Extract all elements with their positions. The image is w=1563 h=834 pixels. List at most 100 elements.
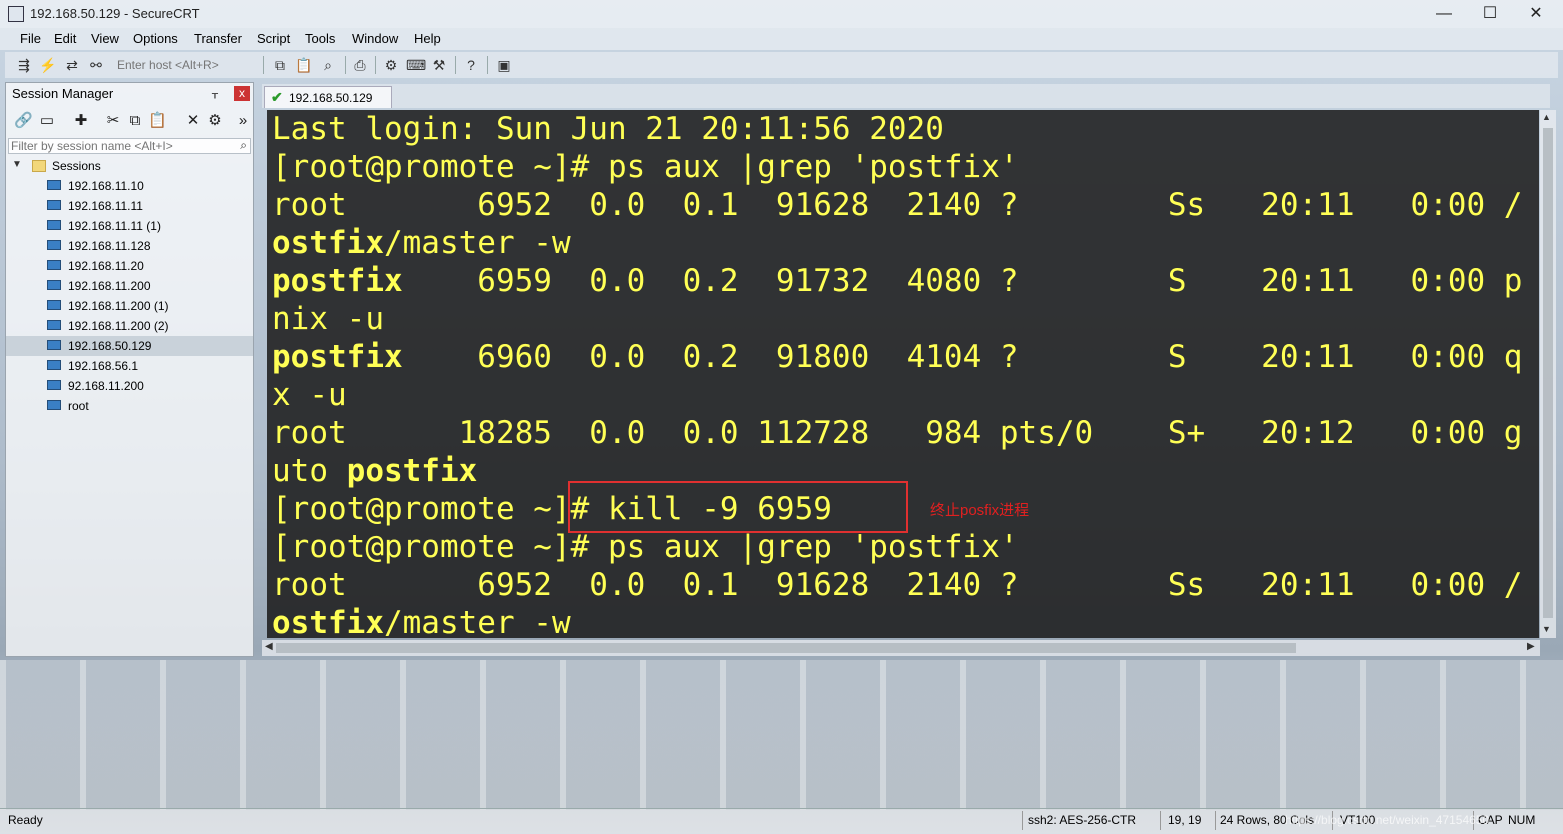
terminal-output[interactable]: Last login: Sun Jun 21 20:11:56 2020 [roo… — [267, 110, 1539, 638]
new-window-icon[interactable]: ▭ — [38, 112, 56, 130]
horizontal-scroll-thumb[interactable] — [276, 643, 1296, 653]
settings-gear-icon[interactable]: ⚙ — [382, 56, 400, 74]
status-bar: Ready ssh2: AES-256-CTR 19, 19 24 Rows, … — [0, 808, 1563, 834]
pin-icon[interactable]: ᚁ — [212, 86, 218, 100]
sessions-folder-label: Sessions — [52, 159, 101, 173]
vertical-scrollbar[interactable]: ▲ ▼ — [1540, 110, 1556, 638]
print-icon[interactable]: ⎙ — [351, 56, 369, 74]
session-filter-input[interactable] — [11, 139, 231, 153]
session-properties-gear-icon[interactable]: ⚙ — [206, 112, 224, 130]
session-label: 92.168.11.200 — [68, 379, 144, 393]
session-item[interactable]: 92.168.11.200 — [6, 376, 253, 396]
session-item[interactable]: 192.168.11.128 — [6, 236, 253, 256]
session-item[interactable]: 192.168.11.200 — [6, 276, 253, 296]
title-bar: 192.168.50.129 - SecureCRT — ☐ ✕ — [0, 0, 1563, 28]
toolbar-divider — [455, 56, 456, 74]
session-item[interactable]: 192.168.11.11 (1) — [6, 216, 253, 236]
terminal-highlight-text: postfix — [272, 263, 403, 299]
menu-view[interactable]: View — [91, 31, 119, 46]
toolbar-divider — [375, 56, 376, 74]
terminal-line: nix -u — [272, 300, 384, 338]
scroll-right-icon[interactable]: ▶ — [1527, 641, 1535, 652]
sessions-folder[interactable]: ▼ Sessions — [10, 158, 250, 176]
enter-host-input[interactable] — [117, 57, 257, 73]
watermark-text: https://blog.csdn.net/weixin_47154650 — [1285, 813, 1490, 827]
session-label: 192.168.11.11 — [68, 199, 143, 213]
more-chevron-icon[interactable]: » — [234, 112, 252, 130]
menu-help[interactable]: Help — [414, 31, 441, 46]
terminal-text: Last login: Sun Jun 21 20:11:56 2020 — [272, 111, 944, 147]
terminal-line: root 6952 0.0 0.1 91628 2140 ? Ss 20:11 … — [272, 186, 1522, 224]
scroll-down-icon[interactable]: ▼ — [1542, 624, 1551, 634]
disconnect-icon[interactable]: ⚯ — [87, 56, 105, 74]
quick-connect-icon[interactable]: ⚡ — [39, 56, 57, 74]
scroll-up-icon[interactable]: ▲ — [1542, 112, 1551, 122]
terminal-line: Last login: Sun Jun 21 20:11:56 2020 — [272, 110, 944, 148]
terminal-line: root 6952 0.0 0.1 91628 2140 ? Ss 20:11 … — [272, 566, 1522, 604]
close-window-button[interactable]: ✕ — [1513, 0, 1559, 28]
terminal-line: root 18285 0.0 0.0 112728 984 pts/0 S+ 2… — [272, 414, 1522, 452]
find-icon[interactable]: ⌕ — [319, 56, 337, 74]
menu-tools[interactable]: Tools — [305, 31, 335, 46]
session-label: 192.168.56.1 — [68, 359, 139, 373]
status-cursor-position: 19, 19 — [1168, 813, 1202, 827]
copy-icon[interactable]: ⧉ — [271, 56, 289, 74]
terminal-text: nix -u — [272, 301, 384, 337]
session-item[interactable]: 192.168.11.200 (1) — [6, 296, 253, 316]
session-label: 192.168.11.20 — [68, 259, 144, 273]
add-session-icon[interactable]: ✚ — [72, 112, 90, 130]
terminal-highlight-text: postfix — [346, 453, 478, 489]
menu-bar: File Edit View Options Transfer Script T… — [0, 28, 1563, 50]
session-label: 192.168.11.10 — [68, 179, 144, 193]
session-manager-header: Session Manager ᚁ x — [6, 83, 253, 105]
connect-icon[interactable]: ⇶ — [15, 56, 33, 74]
terminal-line: uto postfix — [272, 452, 477, 490]
session-item[interactable]: root — [6, 396, 253, 416]
menu-options[interactable]: Options — [133, 31, 178, 46]
session-item[interactable]: 192.168.56.1 — [6, 356, 253, 376]
sftp-icon[interactable]: ⚒ — [430, 56, 448, 74]
tab-192-168-50-129[interactable]: ✔ 192.168.50.129 — [264, 86, 392, 108]
minimize-button[interactable]: — — [1421, 0, 1467, 28]
help-icon[interactable]: ? — [462, 56, 480, 74]
session-item[interactable]: 192.168.11.200 (2) — [6, 316, 253, 336]
menu-file[interactable]: File — [20, 31, 41, 46]
session-item[interactable]: 192.168.11.10 — [6, 176, 253, 196]
copy-session-icon[interactable]: ⧉ — [126, 112, 144, 130]
terminal-highlight-text: postfix — [272, 339, 403, 375]
link-icon[interactable]: 🔗 — [14, 112, 33, 130]
horizontal-scrollbar[interactable]: ◀ ▶ — [262, 640, 1540, 656]
keymap-icon[interactable]: ⌨ — [406, 56, 426, 74]
terminal-text: [root@promote ~]# ps aux |grep 'postfix' — [272, 149, 1019, 185]
session-item[interactable]: 192.168.11.20 — [6, 256, 253, 276]
menu-script[interactable]: Script — [257, 31, 290, 46]
terminal-text: /master -w — [383, 225, 571, 261]
scroll-left-icon[interactable]: ◀ — [265, 641, 273, 652]
terminal-line: [root@promote ~]# ps aux |grep 'postfix' — [272, 148, 1019, 186]
status-divider — [1022, 811, 1023, 830]
main-toolbar: ⇶ ⚡ ⇄ ⚯ ⧉ 📋 ⌕ ⎙ ⚙ ⌨ ⚒ ? ▣ — [5, 52, 1558, 78]
terminal-text: 6960 0.0 0.2 91800 4104 ? S 20:11 0:00 q — [402, 339, 1523, 375]
reconnect-icon[interactable]: ⇄ — [63, 56, 81, 74]
collapse-chevron-icon[interactable]: ▼ — [12, 159, 22, 170]
paste-icon[interactable]: 📋 — [295, 56, 313, 74]
terminal-highlight-text: ostfix — [272, 225, 384, 261]
menu-edit[interactable]: Edit — [54, 31, 76, 46]
cut-icon[interactable]: ✂ — [104, 112, 122, 130]
vertical-scroll-thumb[interactable] — [1543, 128, 1553, 618]
delete-session-icon[interactable]: ✕ — [184, 112, 202, 130]
session-manager-close-button[interactable]: x — [234, 86, 250, 101]
monitor-icon — [47, 200, 61, 210]
session-item-selected[interactable]: 192.168.50.129 — [6, 336, 253, 356]
menu-transfer[interactable]: Transfer — [194, 31, 242, 46]
toolbar-divider — [487, 56, 488, 74]
maximize-button[interactable]: ☐ — [1467, 0, 1513, 28]
paste-session-icon[interactable]: 📋 — [148, 112, 167, 130]
session-label: 192.168.11.200 (1) — [68, 299, 169, 313]
session-item[interactable]: 192.168.11.11 — [6, 196, 253, 216]
screen-icon[interactable]: ▣ — [495, 56, 513, 74]
menu-window[interactable]: Window — [352, 31, 398, 46]
monitor-icon — [47, 380, 61, 390]
search-icon[interactable]: ⌕ — [240, 138, 247, 153]
session-label: 192.168.11.11 (1) — [68, 219, 161, 233]
